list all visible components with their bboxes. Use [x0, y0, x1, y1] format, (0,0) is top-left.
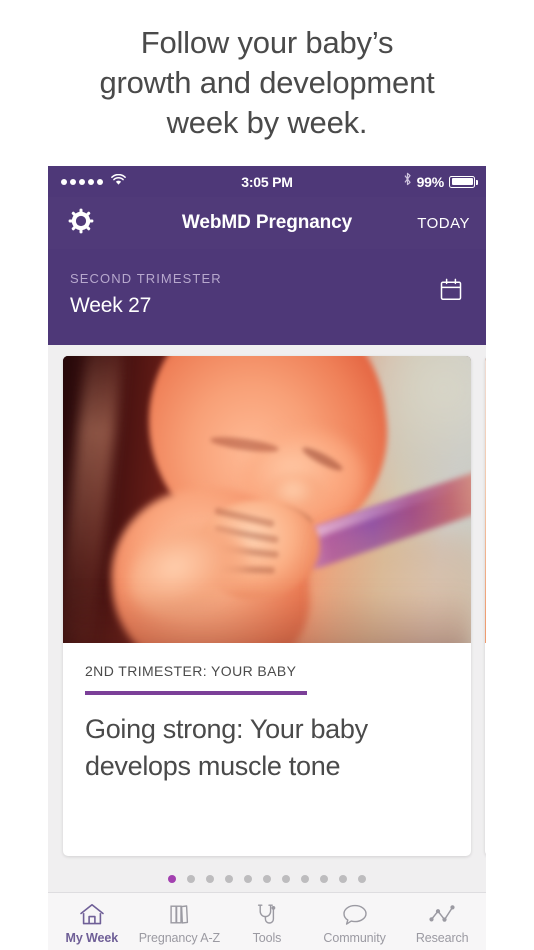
- tab-research[interactable]: Research: [398, 893, 486, 950]
- next-week-card[interactable]: [485, 356, 486, 856]
- tab-label: Pregnancy A-Z: [138, 930, 221, 945]
- line-chart-icon: [428, 902, 456, 928]
- tab-pregnancy-az[interactable]: Pregnancy A-Z: [136, 893, 224, 950]
- promo-banner: Follow your baby’s growth and developmen…: [0, 0, 534, 166]
- battery-icon: [449, 175, 478, 188]
- tab-bar: My Week Pregnancy A-Z Tools Community Re…: [48, 892, 486, 950]
- status-bar: 3:05 PM 99%: [48, 166, 486, 197]
- page-dot[interactable]: [206, 875, 214, 883]
- status-bar-right: 99%: [403, 166, 478, 197]
- tab-community[interactable]: Community: [311, 893, 399, 950]
- tab-tools[interactable]: Tools: [223, 893, 311, 950]
- page-dot[interactable]: [358, 875, 366, 883]
- next-card-illustration: [485, 356, 486, 643]
- week-label: Week 27: [70, 294, 152, 317]
- books-icon: [166, 902, 192, 928]
- calendar-button[interactable]: [436, 277, 466, 307]
- tab-label: My Week: [65, 930, 119, 945]
- bluetooth-icon: [403, 172, 412, 191]
- card-carousel[interactable]: 2ND TRIMESTER: YOUR BABY Going strong: Y…: [48, 345, 486, 883]
- pagination-dots[interactable]: [48, 870, 486, 888]
- tab-label: Community: [323, 930, 386, 945]
- phone-screen: 3:05 PM 99% WebMD Pregnancy TODAY SECOND…: [48, 166, 486, 950]
- week-card[interactable]: 2ND TRIMESTER: YOUR BABY Going strong: Y…: [63, 356, 471, 856]
- trimester-label: SECOND TRIMESTER: [70, 271, 222, 286]
- calendar-icon: [439, 278, 463, 307]
- fetus-illustration: [63, 356, 471, 643]
- next-card-art: [485, 356, 486, 643]
- page-dot[interactable]: [168, 875, 176, 883]
- today-button[interactable]: TODAY: [417, 215, 470, 232]
- page-dot[interactable]: [187, 875, 195, 883]
- card-title: Going strong: Your baby develops muscle …: [85, 714, 368, 781]
- home-icon: [79, 902, 105, 928]
- page-dot[interactable]: [263, 875, 271, 883]
- tab-my-week[interactable]: My Week: [48, 893, 136, 950]
- page-dot[interactable]: [225, 875, 233, 883]
- tab-label: Research: [415, 930, 469, 945]
- page-dot[interactable]: [320, 875, 328, 883]
- page-dot[interactable]: [282, 875, 290, 883]
- promo-headline: Follow your baby’s growth and developmen…: [99, 25, 435, 140]
- card-accent-rule: [85, 691, 307, 695]
- speech-bubble-icon: [341, 902, 369, 928]
- tab-label: Tools: [252, 930, 282, 945]
- card-body: 2ND TRIMESTER: YOUR BABY Going strong: Y…: [63, 643, 471, 785]
- page-dot[interactable]: [301, 875, 309, 883]
- week-header: SECOND TRIMESTER Week 27: [48, 249, 486, 345]
- page-dot[interactable]: [244, 875, 252, 883]
- nav-bar: WebMD Pregnancy TODAY: [48, 197, 486, 249]
- battery-percent-label: 99%: [416, 173, 445, 190]
- stethoscope-icon: [254, 902, 280, 928]
- card-eyebrow: 2ND TRIMESTER: YOUR BABY: [85, 663, 297, 679]
- fetus-illustration-art: [63, 356, 471, 643]
- page-dot[interactable]: [339, 875, 347, 883]
- next-card-body: [485, 643, 486, 663]
